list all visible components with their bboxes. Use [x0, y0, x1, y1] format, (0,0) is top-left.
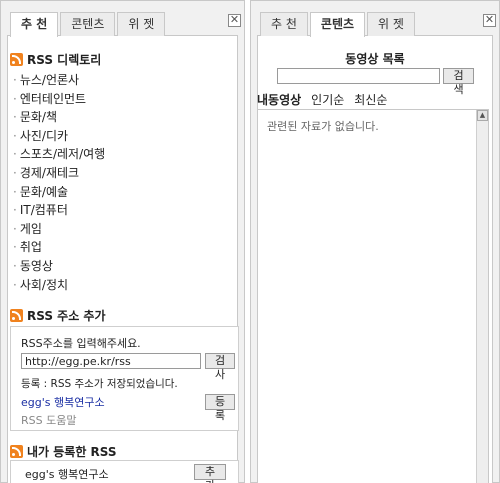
directory-item[interactable]: 스포츠/레저/여행 [13, 145, 105, 164]
video-search-button[interactable]: 검색 [443, 68, 474, 96]
video-search-input[interactable] [277, 68, 440, 84]
add-button[interactable]: 추가 [194, 464, 226, 483]
close-icon[interactable]: ✕ [228, 14, 241, 27]
rss-directory-label: RSS 디렉토리 [27, 53, 102, 67]
directory-item[interactable]: 문화/책 [13, 108, 105, 127]
directory-item[interactable]: 뉴스/언론사 [13, 71, 105, 90]
register-button[interactable]: 등록 [205, 394, 235, 422]
video-list-area: 관련된 자료가 없습니다. ▲ [257, 109, 489, 483]
rss-add-status: 등록 : RSS 주소가 저장되었습니다. [21, 378, 178, 390]
tab-recommend[interactable]: 추 천 [260, 12, 308, 36]
check-button[interactable]: 검사 [205, 353, 235, 381]
rss-add-prompt: RSS주소를 입력해주세요. [21, 337, 141, 350]
rss-add-label: RSS 주소 추가 [27, 309, 106, 323]
rss-directory-title: RSS 디렉토리 [10, 51, 101, 68]
directory-item[interactable]: 사회/정치 [13, 276, 105, 295]
right-tabbar: 추 천 콘텐츠 위 젯 [260, 12, 417, 37]
rss-add-title: RSS 주소 추가 [10, 307, 106, 324]
feed-name-link[interactable]: egg's 행복연구소 [21, 394, 105, 410]
tab-recommend[interactable]: 추 천 [10, 12, 59, 37]
filter-popular[interactable]: 인기순 [311, 91, 344, 108]
left-panel: 추 천 콘텐츠 위 젯 ✕ RSS 디렉토리 뉴스/언론사 엔터테인먼트 문화/… [0, 0, 245, 483]
video-filter-bar: 내동영상 인기순 최신순 [257, 91, 387, 108]
rss-icon [10, 309, 23, 322]
rss-add-box: RSS주소를 입력해주세요. 검사 등록 : RSS 주소가 저장되었습니다. … [10, 326, 239, 431]
rss-url-input[interactable] [21, 353, 201, 369]
directory-item[interactable]: 문화/예술 [13, 183, 105, 202]
tab-contents[interactable]: 콘텐츠 [60, 12, 116, 36]
rss-icon [10, 445, 23, 458]
close-icon[interactable]: ✕ [483, 14, 496, 27]
my-rss-title: 내가 등록한 RSS [10, 443, 117, 460]
directory-item[interactable]: 동영상 [13, 257, 105, 276]
video-list-title: 동영상 목록 [345, 52, 405, 66]
directory-item[interactable]: 경제/재테크 [13, 164, 105, 183]
filter-latest[interactable]: 최신순 [354, 91, 387, 108]
rss-help-link[interactable]: RSS 도움말 [21, 412, 76, 428]
left-tabbar: 추 천 콘텐츠 위 젯 [10, 12, 167, 37]
empty-message: 관련된 자료가 없습니다. [267, 120, 379, 133]
filter-my-videos[interactable]: 내동영상 [257, 91, 301, 108]
video-list-scrollbar[interactable]: ▲ [476, 110, 488, 483]
right-panel: 추 천 콘텐츠 위 젯 ✕ 동영상 목록 검색 내동영상 인기순 최신순 관련된… [250, 0, 500, 483]
tab-widget[interactable]: 위 젯 [367, 12, 415, 36]
tab-contents[interactable]: 콘텐츠 [309, 12, 366, 37]
tab-widget[interactable]: 위 젯 [117, 12, 166, 36]
directory-item[interactable]: 취업 [13, 238, 105, 257]
directory-item[interactable]: 사진/디카 [13, 127, 105, 146]
directory-item[interactable]: 엔터테인먼트 [13, 90, 105, 109]
scroll-up-arrow-icon[interactable]: ▲ [477, 110, 488, 121]
my-rss-label: 내가 등록한 RSS [27, 445, 117, 459]
my-rss-item-name: egg's 행복연구소 [25, 468, 109, 481]
my-rss-box: egg's 행복연구소 추가 [10, 460, 239, 483]
directory-item[interactable]: IT/컴퓨터 [13, 201, 105, 220]
directory-item[interactable]: 게임 [13, 220, 105, 239]
rss-directory-list: 뉴스/언론사 엔터테인먼트 문화/책 사진/디카 스포츠/레저/여행 경제/재테… [13, 71, 105, 294]
rss-icon [10, 53, 23, 66]
